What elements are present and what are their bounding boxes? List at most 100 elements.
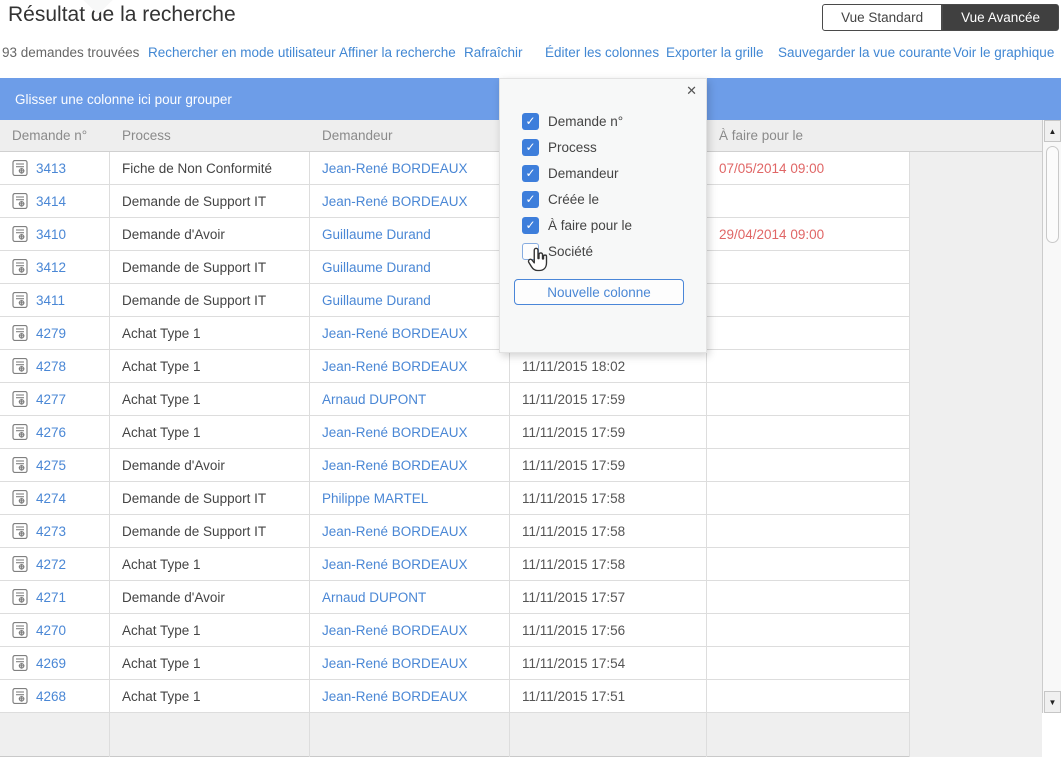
request-number-link[interactable]: 3411: [36, 293, 65, 308]
cell-demandeur: Jean-René BORDEAUX: [310, 185, 510, 218]
request-number-link[interactable]: 4272: [36, 557, 66, 572]
scroll-down-button[interactable]: ▼: [1044, 691, 1061, 713]
toolbar-link-voir-graphique[interactable]: Voir le graphique: [953, 45, 1054, 60]
request-number-link[interactable]: 4276: [36, 425, 66, 440]
table-row: 3411 Demande de Support IT Guillaume Dur…: [0, 284, 910, 317]
checkbox[interactable]: ✓: [522, 191, 539, 208]
demandeur-link[interactable]: Philippe MARTEL: [322, 491, 428, 506]
request-number-link[interactable]: 3413: [36, 161, 66, 176]
cell-a-faire-pour-le: [707, 251, 910, 284]
cell-creee-le: 11/11/2015 17:57: [510, 581, 707, 614]
request-number-link[interactable]: 4268: [36, 689, 66, 704]
request-number-link[interactable]: 4275: [36, 458, 66, 473]
demandeur-link[interactable]: Guillaume Durand: [322, 293, 431, 308]
cell-process: Demande de Support IT: [110, 251, 310, 284]
cell-demandeur: Jean-René BORDEAUX: [310, 416, 510, 449]
toolbar-link-exporter-grille[interactable]: Exporter la grille: [666, 45, 764, 60]
toolbar-link-editer-colonnes[interactable]: Éditer les colonnes: [545, 45, 659, 60]
close-icon[interactable]: ✕: [686, 84, 697, 98]
table-row: 3414 Demande de Support IT Jean-René BOR…: [0, 185, 910, 218]
request-form-icon: [12, 391, 28, 407]
column-editor-popup: ✕ ✓ Demande n° ✓ Process ✓ Demandeur ✓ C…: [499, 78, 707, 353]
column-header-a-faire-pour-le[interactable]: À faire pour le: [707, 120, 910, 152]
toolbar-link-sauvegarder-vue[interactable]: Sauvegarder la vue courante: [778, 45, 951, 60]
demandeur-link[interactable]: Jean-René BORDEAUX: [322, 557, 468, 572]
cell-demande-num: 3413: [0, 152, 110, 185]
cell-a-faire-pour-le: [707, 317, 910, 350]
demandeur-link[interactable]: Jean-René BORDEAUX: [322, 623, 468, 638]
demandeur-link[interactable]: Guillaume Durand: [322, 227, 431, 242]
request-number-link[interactable]: 4269: [36, 656, 66, 671]
column-header-demandeur[interactable]: Demandeur: [310, 120, 510, 152]
request-number-link[interactable]: 4278: [36, 359, 66, 374]
demandeur-link[interactable]: Guillaume Durand: [322, 260, 431, 275]
demandeur-link[interactable]: Arnaud DUPONT: [322, 590, 426, 605]
cell-creee-le: 11/11/2015 17:59: [510, 383, 707, 416]
demandeur-link[interactable]: Jean-René BORDEAUX: [322, 194, 468, 209]
cell-demande-num: 4277: [0, 383, 110, 416]
demandeur-link[interactable]: Jean-René BORDEAUX: [322, 326, 468, 341]
request-number-link[interactable]: 4277: [36, 392, 66, 407]
request-number-link[interactable]: 3412: [36, 260, 66, 275]
demandeur-link[interactable]: Arnaud DUPONT: [322, 392, 426, 407]
toolbar-link-rafraichir[interactable]: Rafraîchir: [464, 45, 523, 60]
new-column-button[interactable]: Nouvelle colonne: [514, 279, 684, 305]
demandeur-link[interactable]: Jean-René BORDEAUX: [322, 458, 468, 473]
footer-cell: [110, 713, 310, 757]
column-header-demande-num[interactable]: Demande n°: [0, 120, 110, 152]
checkbox[interactable]: ✓: [522, 113, 539, 130]
cell-demande-num: 4279: [0, 317, 110, 350]
cell-a-faire-pour-le: [707, 449, 910, 482]
cell-process: Achat Type 1: [110, 680, 310, 713]
cell-demande-num: 3414: [0, 185, 110, 218]
view-toggle: Vue Standard Vue Avancée: [822, 4, 1059, 31]
column-toggle-item: ✓ Créée le: [522, 186, 632, 212]
cell-demande-num: 4270: [0, 614, 110, 647]
demandeur-link[interactable]: Jean-René BORDEAUX: [322, 425, 468, 440]
checkbox[interactable]: ✓: [522, 139, 539, 156]
cell-process: Demande d'Avoir: [110, 581, 310, 614]
cell-a-faire-pour-le: [707, 482, 910, 515]
column-toggle-item: ✓ À faire pour le: [522, 212, 632, 238]
demandeur-link[interactable]: Jean-René BORDEAUX: [322, 524, 468, 539]
cell-demande-num: 3411: [0, 284, 110, 317]
cell-a-faire-pour-le: 07/05/2014 09:00: [707, 152, 910, 185]
vertical-scrollbar[interactable]: ▲ ▼: [1042, 120, 1061, 713]
view-standard-button[interactable]: Vue Standard: [822, 4, 942, 31]
checkbox[interactable]: ✓: [522, 165, 539, 182]
scrollbar-thumb[interactable]: [1046, 146, 1059, 243]
toolbar: 93 demandes trouvées Rechercher en mode …: [0, 45, 1061, 65]
table-row: 4270 Achat Type 1 Jean-René BORDEAUX 11/…: [0, 614, 910, 647]
column-header-process[interactable]: Process: [110, 120, 310, 152]
column-toggle-item: ✓ Demande n°: [522, 108, 632, 134]
cell-demandeur: Philippe MARTEL: [310, 482, 510, 515]
footer-cell: [310, 713, 510, 757]
cell-process: Demande de Support IT: [110, 284, 310, 317]
view-advanced-button[interactable]: Vue Avancée: [942, 4, 1059, 31]
request-number-link[interactable]: 4270: [36, 623, 66, 638]
request-number-link[interactable]: 4274: [36, 491, 66, 506]
request-number-link[interactable]: 4273: [36, 524, 66, 539]
scroll-up-button[interactable]: ▲: [1044, 120, 1061, 142]
checkbox-label: Process: [548, 140, 597, 155]
checkbox[interactable]: ✓: [522, 217, 539, 234]
cell-demandeur: Jean-René BORDEAUX: [310, 548, 510, 581]
request-number-link[interactable]: 3410: [36, 227, 66, 242]
toolbar-link-rechercher-mode-utilisateur[interactable]: Rechercher en mode utilisateur: [148, 45, 336, 60]
demandeur-link[interactable]: Jean-René BORDEAUX: [322, 656, 468, 671]
table-row: 4268 Achat Type 1 Jean-René BORDEAUX 11/…: [0, 680, 910, 713]
cell-demandeur: Jean-René BORDEAUX: [310, 647, 510, 680]
request-number-link[interactable]: 3414: [36, 194, 66, 209]
toolbar-link-affiner-recherche[interactable]: Affiner la recherche: [339, 45, 456, 60]
request-number-link[interactable]: 4279: [36, 326, 66, 341]
demandeur-link[interactable]: Jean-René BORDEAUX: [322, 359, 468, 374]
cell-a-faire-pour-le: [707, 416, 910, 449]
request-number-link[interactable]: 4271: [36, 590, 66, 605]
cell-process: Achat Type 1: [110, 647, 310, 680]
demandeur-link[interactable]: Jean-René BORDEAUX: [322, 161, 468, 176]
page-title: Résultat de la recherche: [8, 3, 236, 27]
request-form-icon: [12, 259, 28, 275]
cell-demande-num: 3410: [0, 218, 110, 251]
cell-process: Achat Type 1: [110, 317, 310, 350]
demandeur-link[interactable]: Jean-René BORDEAUX: [322, 689, 468, 704]
